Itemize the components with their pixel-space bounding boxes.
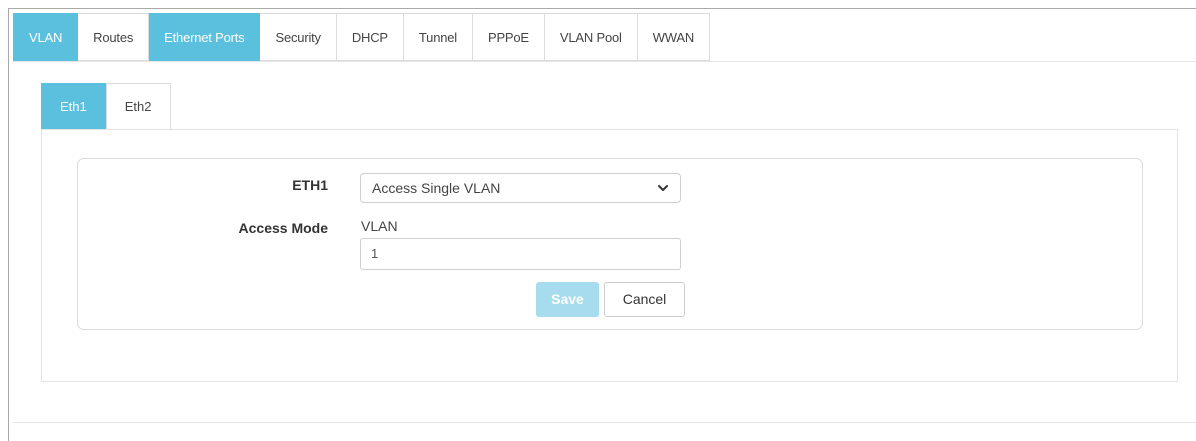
footer-divider <box>13 422 1196 423</box>
tab-vlan-pool[interactable]: VLAN Pool <box>544 13 638 61</box>
tab-bar-divider <box>13 61 1196 62</box>
eth1-label: ETH1 <box>292 177 328 193</box>
tab-eth1[interactable]: Eth1 <box>41 83 106 129</box>
tab-routes[interactable]: Routes <box>78 13 150 61</box>
tab-ethernet-ports[interactable]: Ethernet Ports <box>149 13 261 61</box>
vlan-caption: VLAN <box>361 218 398 234</box>
tab-vlan[interactable]: VLAN <box>13 13 79 61</box>
tab-dhcp[interactable]: DHCP <box>336 13 404 61</box>
save-button[interactable]: Save <box>536 282 599 317</box>
chevron-down-icon <box>658 185 668 191</box>
tab-wwan[interactable]: WWAN <box>637 13 711 61</box>
tab-pppoe[interactable]: PPPoE <box>472 13 545 61</box>
tab-eth2[interactable]: Eth2 <box>105 83 171 129</box>
cancel-button[interactable]: Cancel <box>604 282 685 317</box>
eth1-mode-value: Access Single VLAN <box>372 180 501 196</box>
vlan-input[interactable]: 1 <box>360 238 681 270</box>
port-tab-bar: Eth1 Eth2 <box>41 83 171 129</box>
tab-tunnel[interactable]: Tunnel <box>403 13 473 61</box>
top-tab-bar: VLAN Routes Ethernet Ports Security DHCP… <box>13 13 711 61</box>
access-mode-label: Access Mode <box>238 220 328 236</box>
eth1-mode-select[interactable]: Access Single VLAN <box>360 173 681 203</box>
tab-security[interactable]: Security <box>260 13 337 61</box>
